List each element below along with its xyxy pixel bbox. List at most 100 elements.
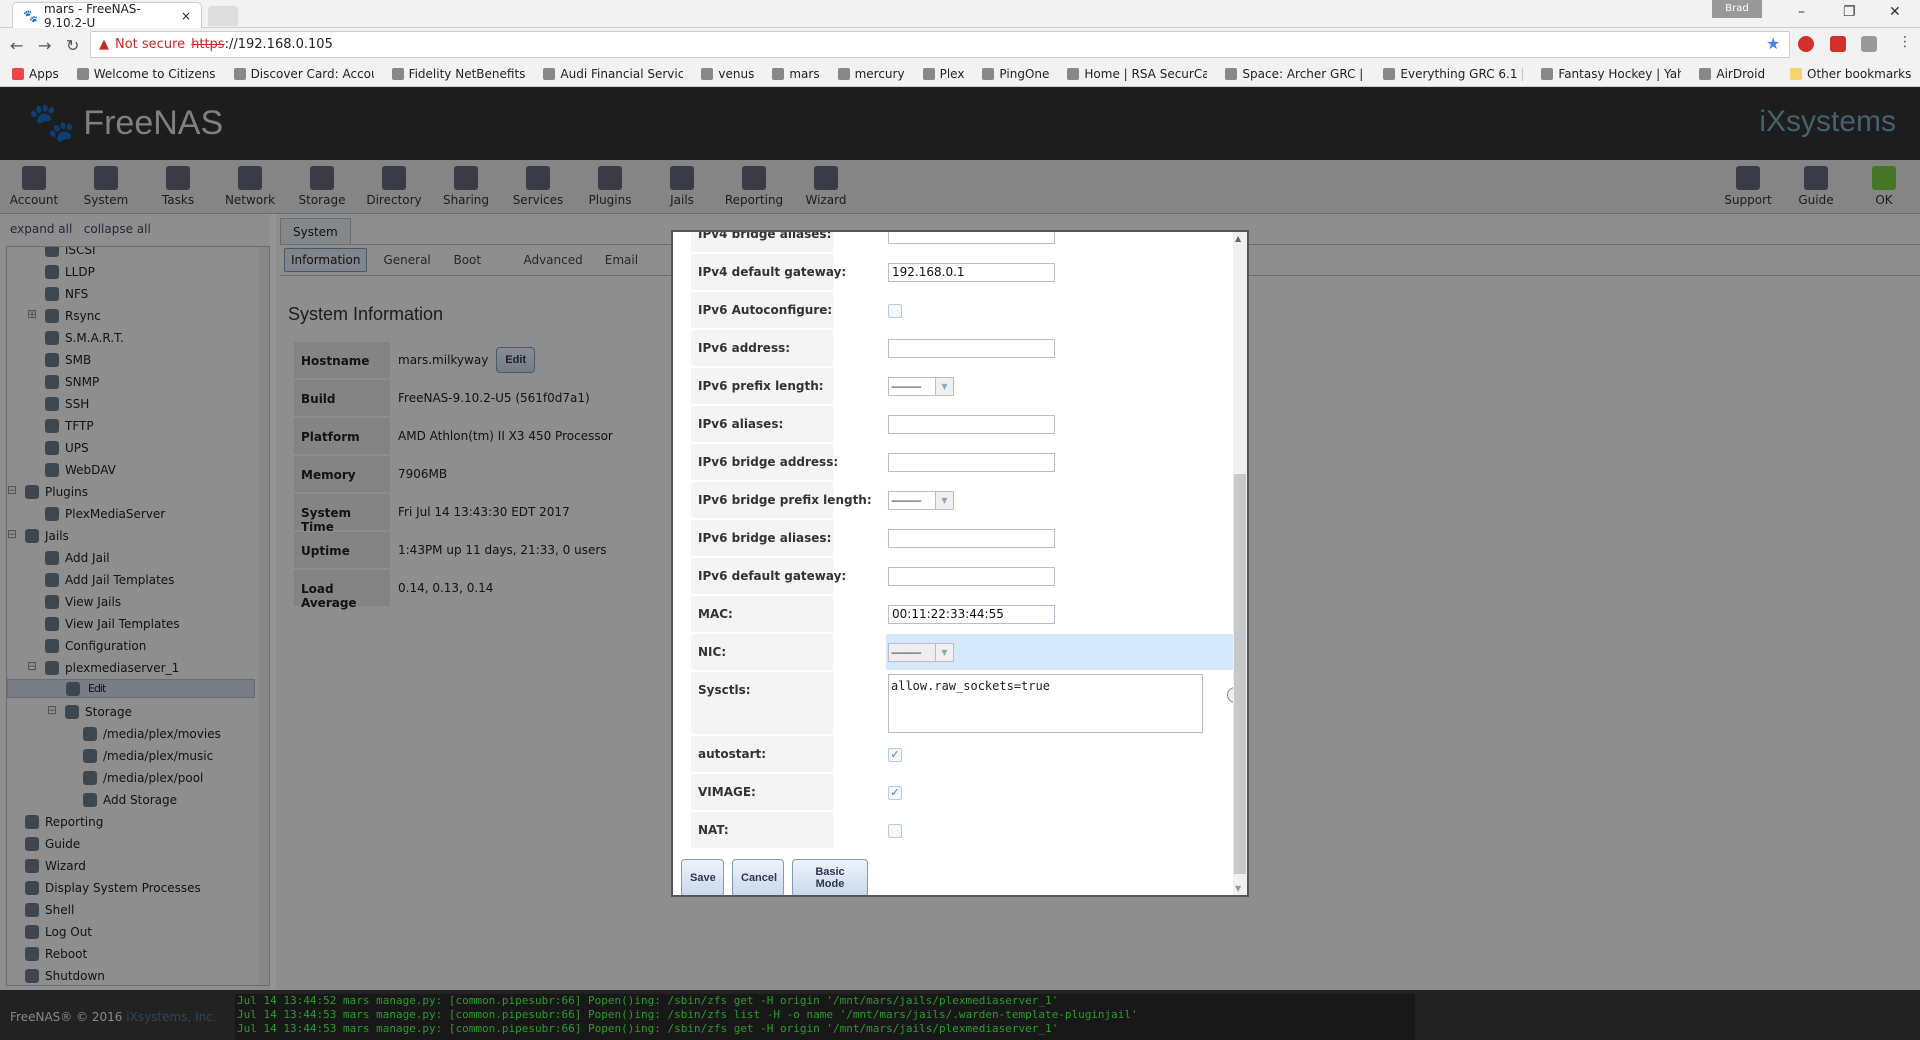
bookmark-item[interactable]: Fidelity NetBenefits bbox=[391, 67, 526, 81]
vimage-checkbox[interactable]: ✓ bbox=[888, 786, 902, 800]
field-label: autostart: bbox=[691, 736, 833, 772]
bookmark-item[interactable]: Everything GRC 6.1 | bbox=[1383, 67, 1523, 81]
bookmark-item[interactable]: mars bbox=[772, 67, 820, 81]
ipv6-bridge-prefix-length-select[interactable]: ---------- ▼ bbox=[888, 491, 954, 510]
sysctls-textarea[interactable]: allow.raw_sockets=true bbox=[888, 674, 1203, 733]
bookmark-label: Discover Card: Accou bbox=[250, 67, 374, 81]
log-line: Jul 14 13:44:53 mars manage.py: [common.… bbox=[237, 1008, 1138, 1021]
ipv6-prefix-length-select[interactable]: ---------- ▼ bbox=[888, 377, 954, 396]
field-label: IPv4 default gateway: bbox=[691, 254, 846, 290]
browser-tab[interactable]: 🐾 mars - FreeNAS-9.10.2-U × bbox=[12, 2, 202, 30]
bookmark-favicon-icon bbox=[391, 68, 404, 80]
bookmark-favicon-icon bbox=[1225, 68, 1238, 80]
bookmark-item[interactable]: Home | RSA SecurCar bbox=[1067, 67, 1207, 81]
bookmark-favicon-icon bbox=[922, 68, 935, 80]
extension-icon[interactable] bbox=[1830, 36, 1846, 52]
reload-icon[interactable]: ↻ bbox=[66, 36, 79, 55]
ipv6-bridge-aliases-input[interactable] bbox=[888, 529, 1055, 548]
bookmark-item[interactable]: Welcome to Citizens bbox=[76, 67, 216, 81]
bookmark-label: mars bbox=[789, 67, 820, 81]
form-row: MAC: 00:11:22:33:44:55 bbox=[691, 596, 1247, 632]
bookmark-item[interactable]: PingOne bbox=[982, 67, 1049, 81]
form-row: IPv6 address: bbox=[691, 330, 1247, 366]
nic-select[interactable]: ---------- ▼ bbox=[888, 643, 954, 662]
ipv6-default-gateway-input[interactable] bbox=[888, 567, 1055, 586]
form-row: IPv6 bridge aliases: bbox=[691, 520, 1247, 556]
field-label: NIC: bbox=[691, 634, 833, 670]
freenas-favicon-icon: 🐾 bbox=[23, 8, 38, 23]
bookmark-favicon-icon bbox=[543, 68, 556, 80]
url-text: https://192.168.0.105 bbox=[191, 37, 333, 52]
copyright-text: FreeNAS® © 2016 bbox=[10, 1010, 123, 1024]
form-row: IPv6 prefix length: ---------- ▼ bbox=[691, 368, 1247, 404]
chevron-down-icon[interactable]: ▼ bbox=[935, 378, 953, 395]
url-input[interactable]: ▲ Not secure https://192.168.0.105 bbox=[90, 31, 1790, 58]
bookmark-apps[interactable]: Apps bbox=[12, 67, 59, 81]
ipv6-autoconfigure-field-wrap bbox=[888, 304, 902, 318]
ipv6-bridge-address-input[interactable] bbox=[888, 453, 1055, 472]
nat-checkbox[interactable] bbox=[888, 824, 902, 838]
select-value: ---------- bbox=[891, 380, 922, 393]
ipv6-aliases-field-wrap bbox=[888, 415, 1055, 434]
close-tab-icon[interactable]: × bbox=[181, 9, 191, 23]
bookmark-label: venus bbox=[718, 67, 755, 81]
scroll-up-icon[interactable]: ▲ bbox=[1235, 234, 1241, 243]
mac-input[interactable]: 00:11:22:33:44:55 bbox=[888, 605, 1055, 624]
minimize-icon[interactable]: – bbox=[1798, 4, 1805, 20]
bookmark-item[interactable]: Fantasy Hockey | Yah bbox=[1541, 67, 1681, 81]
bookmark-label: Fantasy Hockey | Yah bbox=[1558, 67, 1682, 81]
bookmark-favicon-icon bbox=[982, 68, 995, 80]
form-row: IPv4 default gateway: 192.168.0.1 bbox=[691, 254, 1247, 290]
profile-button[interactable]: Brad bbox=[1712, 0, 1762, 18]
bookmark-item[interactable]: venus bbox=[701, 67, 754, 81]
ipv4-bridge-aliases-input[interactable] bbox=[888, 232, 1055, 244]
basic-mode-button[interactable]: Basic Mode bbox=[792, 859, 868, 895]
new-tab-button[interactable] bbox=[208, 6, 238, 26]
forward-icon[interactable]: → bbox=[38, 36, 51, 55]
menu-icon[interactable]: ⋮ bbox=[1898, 34, 1912, 50]
ipv6-aliases-input[interactable] bbox=[888, 415, 1055, 434]
chevron-down-icon[interactable]: ▼ bbox=[935, 644, 953, 661]
bookmark-item[interactable]: Audi Financial Servic bbox=[543, 67, 683, 81]
bookmark-star-icon[interactable]: ★ bbox=[1766, 34, 1780, 53]
ipv6-autoconfigure-checkbox[interactable] bbox=[888, 304, 902, 318]
dialog-scrollbar-thumb[interactable] bbox=[1234, 474, 1246, 874]
bookmark-label: Fidelity NetBenefits bbox=[408, 67, 526, 81]
bookmark-item[interactable]: Discover Card: Accou bbox=[233, 67, 374, 81]
extension-icon[interactable] bbox=[1861, 36, 1877, 52]
bookmark-label: Apps bbox=[29, 67, 59, 81]
apps-icon bbox=[12, 68, 24, 80]
ipv4-default-gateway-input[interactable]: 192.168.0.1 bbox=[888, 263, 1055, 282]
ipv6-address-input[interactable] bbox=[888, 339, 1055, 358]
form-row: Sysctls:allow.raw_sockets=truei bbox=[691, 672, 1247, 734]
bookmark-label: Plex bbox=[939, 67, 965, 81]
form-row: IPv6 aliases: bbox=[691, 406, 1247, 442]
field-label: MAC: bbox=[691, 596, 833, 632]
bookmark-item[interactable]: Plex bbox=[922, 67, 965, 81]
close-window-icon[interactable]: ✕ bbox=[1889, 4, 1901, 20]
bookmark-item[interactable]: AirDroid bbox=[1699, 67, 1765, 81]
form-row: IPv4 bridge aliases: bbox=[691, 232, 1247, 252]
mac-field-wrap: 00:11:22:33:44:55 bbox=[888, 605, 1055, 624]
nic-field-wrap: ---------- ▼ bbox=[888, 643, 954, 662]
adblock-icon[interactable] bbox=[1798, 36, 1814, 52]
form-row: IPv6 bridge prefix length: ---------- ▼ bbox=[691, 482, 1247, 518]
other-bookmarks[interactable]: Other bookmarks bbox=[1790, 67, 1911, 81]
edit-jail-dialog: IPv4 bridge aliases: IPv4 default gateway… bbox=[671, 230, 1249, 897]
back-icon[interactable]: ← bbox=[10, 36, 23, 55]
folder-icon bbox=[1790, 68, 1802, 80]
autostart-checkbox[interactable]: ✓ bbox=[888, 748, 902, 762]
not-secure-label[interactable]: Not secure bbox=[115, 37, 185, 52]
bookmark-item[interactable]: Space: Archer GRC | F bbox=[1225, 67, 1365, 81]
bookmark-item[interactable]: mercury bbox=[837, 67, 905, 81]
bookmark-favicon-icon bbox=[701, 68, 714, 80]
cancel-button[interactable]: Cancel bbox=[732, 859, 784, 895]
chevron-down-icon[interactable]: ▼ bbox=[935, 492, 953, 509]
bookmark-favicon-icon bbox=[76, 68, 89, 80]
company-link[interactable]: iXsystems, Inc. bbox=[126, 1010, 216, 1024]
scroll-down-icon[interactable]: ▼ bbox=[1235, 884, 1241, 893]
browser-tab-bar: 🐾 mars - FreeNAS-9.10.2-U × Brad – ❐ ✕ bbox=[0, 0, 1920, 30]
save-button[interactable]: Save bbox=[681, 859, 724, 895]
restore-icon[interactable]: ❐ bbox=[1843, 4, 1856, 20]
select-value: ---------- bbox=[891, 646, 922, 659]
